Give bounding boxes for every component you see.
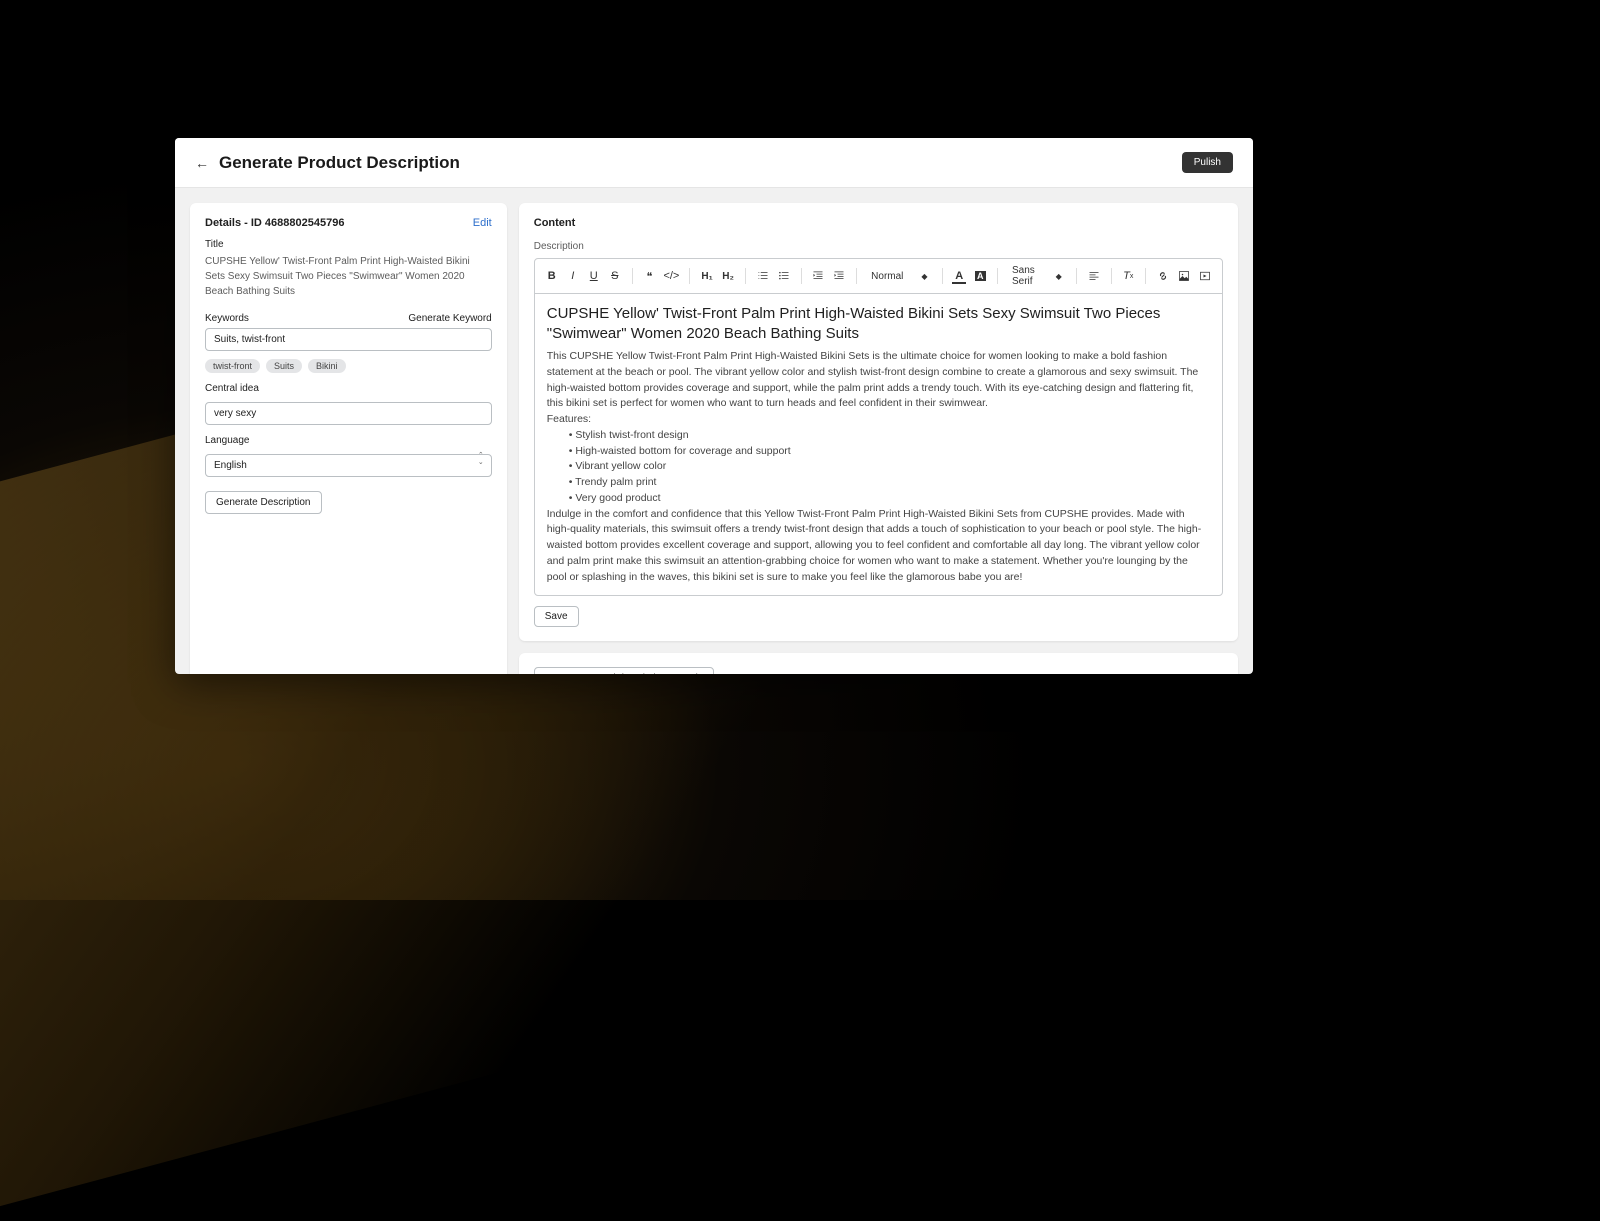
ordered-list-icon[interactable] [756, 270, 770, 282]
h1-icon[interactable]: H₁ [700, 271, 714, 282]
bullet-list-icon[interactable] [777, 270, 791, 282]
language-select[interactable] [205, 454, 492, 477]
page-header: ← Generate Product Description Pulish [175, 138, 1253, 188]
content-heading: CUPSHE Yellow' Twist-Front Palm Print Hi… [547, 304, 1210, 343]
publish-button[interactable]: Pulish [1182, 152, 1233, 173]
ai-records-card: ⌄ AI generated description records [519, 653, 1238, 674]
video-icon[interactable] [1198, 270, 1212, 282]
text-color-icon[interactable]: A [952, 270, 966, 282]
font-family-select[interactable]: Sans Serif◆ [1008, 265, 1066, 287]
content-paragraph: Indulge in the comfort and confidence th… [547, 507, 1210, 586]
app-window: ← Generate Product Description Pulish De… [175, 138, 1253, 674]
italic-icon[interactable]: I [566, 270, 580, 282]
keywords-label: Keywords [205, 313, 249, 324]
indent-icon[interactable] [832, 270, 846, 282]
feature-item: Vibrant yellow color [569, 459, 1210, 475]
clear-format-icon[interactable]: Tx [1121, 270, 1135, 282]
feature-item: Stylish twist-front design [569, 428, 1210, 444]
content-header: Content [534, 217, 1223, 229]
central-idea-input[interactable] [205, 402, 492, 425]
central-idea-label: Central idea [205, 383, 492, 394]
save-button[interactable]: Save [534, 606, 579, 627]
editor-toolbar: B I U S ❝ </> H₁ H₂ [535, 259, 1222, 294]
generate-keyword-link[interactable]: Generate Keyword [408, 313, 491, 324]
chevron-down-icon: ⌄ [545, 673, 553, 674]
editor-content[interactable]: CUPSHE Yellow' Twist-Front Palm Print Hi… [535, 294, 1222, 595]
align-icon[interactable] [1087, 270, 1101, 282]
content-panel: Content Description B I U S ❝ </> [519, 203, 1238, 641]
keyword-tags: twist-front Suits Bikini [205, 359, 492, 373]
generate-description-button[interactable]: Generate Description [205, 491, 322, 514]
keywords-input[interactable] [205, 328, 492, 351]
link-icon[interactable] [1156, 270, 1170, 282]
bold-icon[interactable]: B [545, 270, 559, 282]
feature-item: Very good product [569, 491, 1210, 507]
image-icon[interactable] [1177, 270, 1191, 282]
ai-records-accordion[interactable]: ⌄ AI generated description records [534, 667, 714, 674]
bg-color-icon[interactable]: A [973, 271, 987, 281]
feature-item: Trendy palm print [569, 475, 1210, 491]
edit-link[interactable]: Edit [473, 217, 492, 229]
feature-item: High-waisted bottom for coverage and sup… [569, 444, 1210, 460]
underline-icon[interactable]: U [587, 270, 601, 282]
strike-icon[interactable]: S [608, 270, 622, 282]
paragraph-style-select[interactable]: Normal◆ [867, 271, 931, 282]
features-label: Features: [547, 412, 1210, 428]
back-arrow-icon[interactable]: ← [195, 155, 209, 171]
code-icon[interactable]: </> [663, 270, 679, 282]
quote-icon[interactable]: ❝ [642, 270, 656, 283]
details-panel: Details - ID 4688802545796 Edit Title CU… [190, 203, 507, 674]
details-header: Details - ID 4688802545796 [205, 217, 344, 229]
description-label: Description [534, 241, 1223, 252]
tag[interactable]: Bikini [308, 359, 346, 373]
title-label: Title [205, 239, 492, 250]
outdent-icon[interactable] [811, 270, 825, 282]
tag[interactable]: twist-front [205, 359, 260, 373]
language-label: Language [205, 435, 492, 446]
rich-text-editor: B I U S ❝ </> H₁ H₂ [534, 258, 1223, 596]
tag[interactable]: Suits [266, 359, 302, 373]
page-title: Generate Product Description [219, 153, 460, 173]
content-paragraph: This CUPSHE Yellow Twist-Front Palm Prin… [547, 349, 1210, 412]
features-list: Stylish twist-front design High-waisted … [547, 428, 1210, 507]
h2-icon[interactable]: H₂ [721, 271, 735, 282]
title-text: CUPSHE Yellow' Twist-Front Palm Print Hi… [205, 254, 492, 299]
